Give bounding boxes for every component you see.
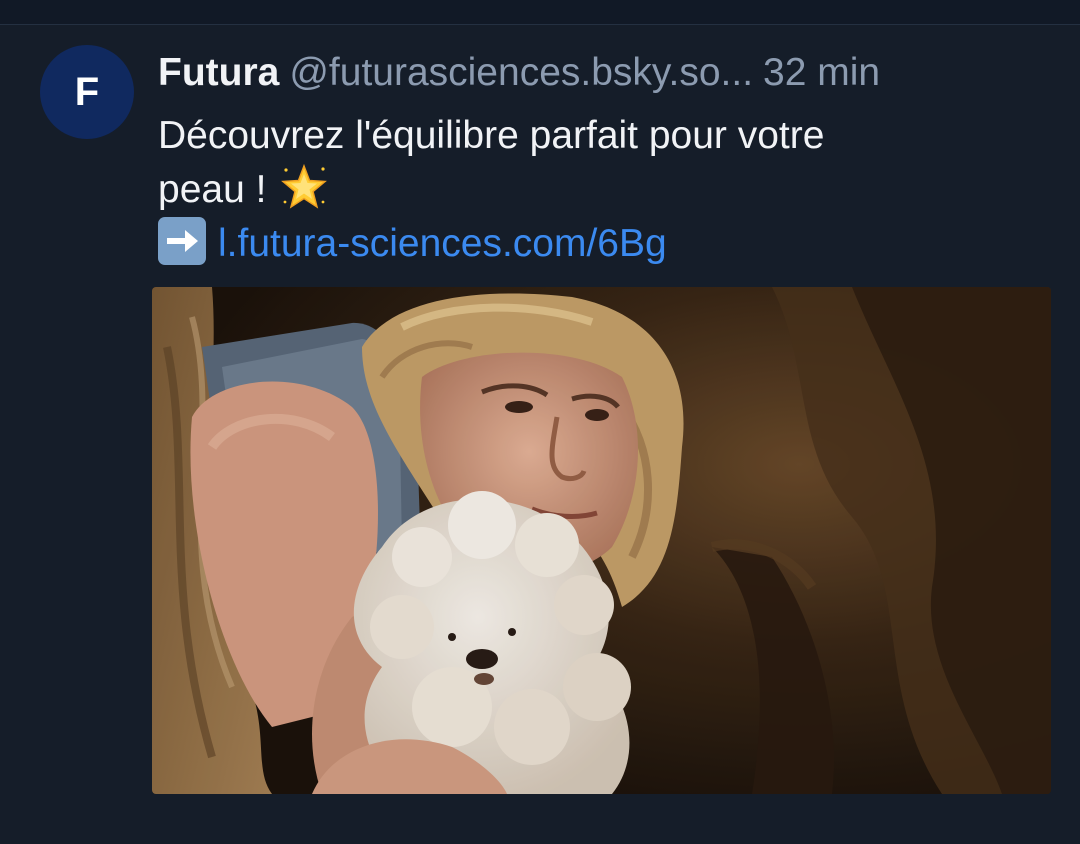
avatar[interactable]: F <box>40 45 134 139</box>
post-text-line-2-text: peau ! <box>158 168 267 211</box>
post-link[interactable]: l.futura-sciences.com/6Bg <box>218 222 667 265</box>
photo-illustration <box>152 287 1051 794</box>
post-header: Futura @futurasciences.bsky.so... 32 min <box>158 49 1058 97</box>
post-link-line: l.futura-sciences.com/6Bg <box>158 217 1058 271</box>
display-name[interactable]: Futura <box>158 51 279 94</box>
post-time[interactable]: 32 min <box>763 51 880 94</box>
star-icon <box>281 163 328 210</box>
post-text-line-2: peau ! <box>158 163 1058 217</box>
post-text-line-1: Découvrez l'équilibre parfait pour votre <box>158 114 825 157</box>
post-text: Découvrez l'équilibre parfait pour votre… <box>158 109 1058 271</box>
post-card[interactable]: F Futura @futurasciences.bsky.so... 32 min… <box>0 25 1080 844</box>
user-handle[interactable]: @futurasciences.bsky.so... <box>289 51 753 94</box>
avatar-letter: F <box>74 70 100 114</box>
post-image[interactable] <box>152 287 1051 794</box>
right-arrow-icon <box>158 217 206 265</box>
top-bar <box>0 0 1080 24</box>
